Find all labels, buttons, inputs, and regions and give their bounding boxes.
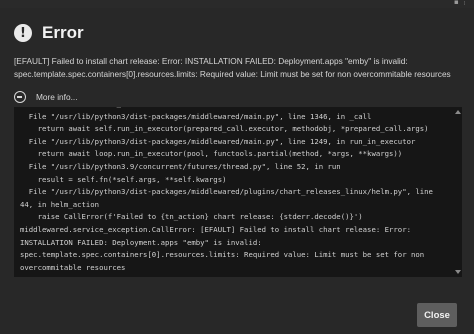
dialog-header: ! Error	[14, 18, 84, 48]
error-message-line-2: spec.template.spec.containers[0].resourc…	[14, 69, 451, 79]
traceback-line: result = self.fn(*self.args, **self.kwar…	[20, 174, 227, 184]
more-info-toggle[interactable]: More info...	[14, 89, 78, 105]
scroll-up-arrow-icon[interactable]	[455, 110, 461, 114]
scroll-down-arrow-icon[interactable]	[455, 270, 461, 274]
traceback-line: overcommitable resources	[20, 262, 126, 272]
traceback-line: File "/usr/lib/python3.9/concurrent/futu…	[20, 161, 341, 171]
traceback-text: return await self._call( File "/usr/lib/…	[14, 107, 452, 274]
traceback-line: File "/usr/lib/python3/dist-packages/mid…	[20, 136, 416, 146]
traceback-line: raise CallError(f'Failed to {tn_action} …	[20, 212, 363, 222]
traceback-line: return await self.run_in_executor(prepar…	[20, 124, 429, 134]
traceback-line: 44, in helm_action	[20, 199, 100, 209]
collapse-icon[interactable]	[14, 91, 26, 103]
error-dialog: ! Error [EFAULT] Failed to install chart…	[0, 8, 474, 334]
error-icon: !	[14, 24, 32, 42]
error-message: [EFAULT] Failed to install chart release…	[14, 55, 462, 81]
background-header-strip: ▪ ⋮	[0, 0, 474, 8]
close-button[interactable]: Close	[417, 303, 457, 327]
traceback-line: File "/usr/lib/python3/dist-packages/mid…	[20, 111, 372, 121]
console-scrollbar[interactable]	[454, 107, 462, 277]
traceback-console[interactable]: return await self._call( File "/usr/lib/…	[14, 107, 462, 277]
traceback-line: INSTALLATION FAILED: Deployment.apps "em…	[20, 237, 262, 247]
dialog-title: Error	[42, 23, 84, 42]
error-message-line-1: [EFAULT] Failed to install chart release…	[14, 56, 408, 66]
more-info-label[interactable]: More info...	[36, 92, 78, 102]
traceback-line: return await loop.run_in_executor(pool, …	[20, 149, 403, 159]
header-icons: ▪ ⋮	[454, 0, 468, 6]
traceback-line: spec.template.spec.containers[0].resourc…	[20, 250, 425, 260]
traceback-line: File "/usr/lib/python3/dist-packages/mid…	[20, 187, 433, 197]
traceback-line: middlewared.service_exception.CallError:…	[20, 224, 411, 234]
